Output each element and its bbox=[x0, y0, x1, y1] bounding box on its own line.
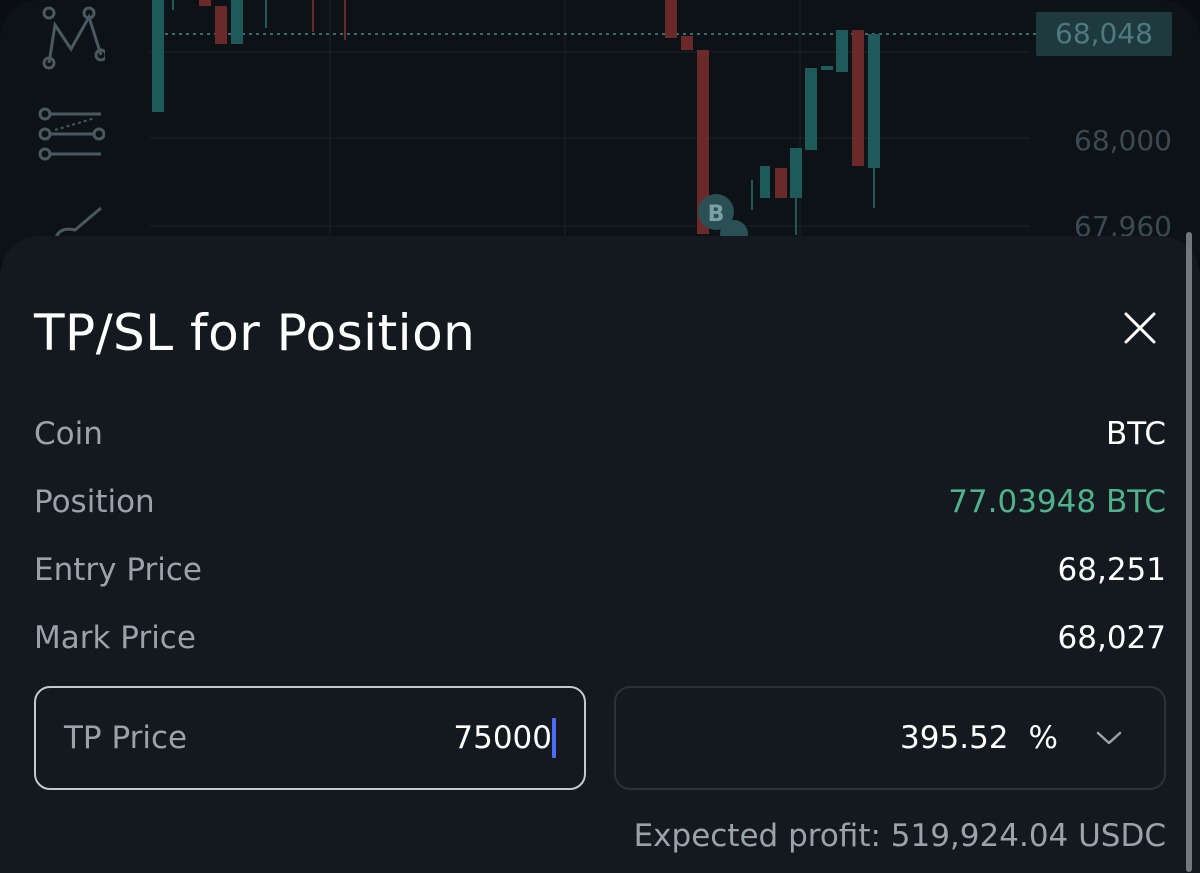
text-caret bbox=[552, 718, 556, 758]
scrollbar[interactable] bbox=[1186, 232, 1192, 872]
current-price-tag: 68,048 bbox=[1036, 12, 1172, 56]
position-row: Position 77.03948 BTC bbox=[34, 478, 1166, 526]
fib-tool-icon bbox=[38, 107, 105, 161]
entry-price-value: 68,251 bbox=[1057, 552, 1166, 588]
entry-price-row: Entry Price 68,251 bbox=[34, 546, 1166, 594]
close-icon bbox=[1124, 312, 1156, 344]
tp-price-label: TP Price bbox=[64, 720, 188, 756]
tp-price-value[interactable]: 75000 bbox=[453, 718, 556, 758]
close-button[interactable] bbox=[1118, 306, 1162, 350]
tp-price-text: 75000 bbox=[453, 720, 552, 756]
pattern-tool-icon bbox=[42, 6, 105, 70]
position-label: Position bbox=[34, 484, 155, 520]
price-axis-label: 68,000 bbox=[1074, 124, 1172, 157]
sheet-title: TP/SL for Position bbox=[34, 304, 476, 362]
expected-profit: Expected profit: 519,924.04 USDC bbox=[633, 818, 1166, 854]
buy-marker-letter: B bbox=[708, 202, 725, 227]
candles bbox=[152, 0, 880, 235]
coin-value: BTC bbox=[1105, 416, 1166, 452]
candlestick-chart: B bbox=[150, 0, 1036, 260]
drawing-toolbar bbox=[30, 0, 110, 260]
entry-price-label: Entry Price bbox=[34, 552, 202, 588]
chevron-down-icon[interactable] bbox=[1096, 730, 1122, 746]
fib-tool-button[interactable] bbox=[30, 94, 110, 174]
percent-unit: % bbox=[1028, 720, 1058, 756]
tp-percent-value: 395.52 bbox=[900, 720, 1009, 756]
mark-price-value: 68,027 bbox=[1057, 620, 1166, 656]
coin-row: Coin BTC bbox=[34, 410, 1166, 458]
position-value: 77.03948 BTC bbox=[948, 484, 1166, 520]
price-chart[interactable]: B 68,048 68,000 67,960 bbox=[0, 0, 1200, 260]
coin-label: Coin bbox=[34, 416, 103, 452]
pattern-tool-button[interactable] bbox=[30, 0, 110, 80]
tp-percent-select[interactable]: 395.52 % bbox=[614, 686, 1166, 790]
mark-price-row: Mark Price 68,027 bbox=[34, 614, 1166, 662]
tp-price-input[interactable]: TP Price 75000 bbox=[34, 686, 586, 790]
mark-price-label: Mark Price bbox=[34, 620, 196, 656]
